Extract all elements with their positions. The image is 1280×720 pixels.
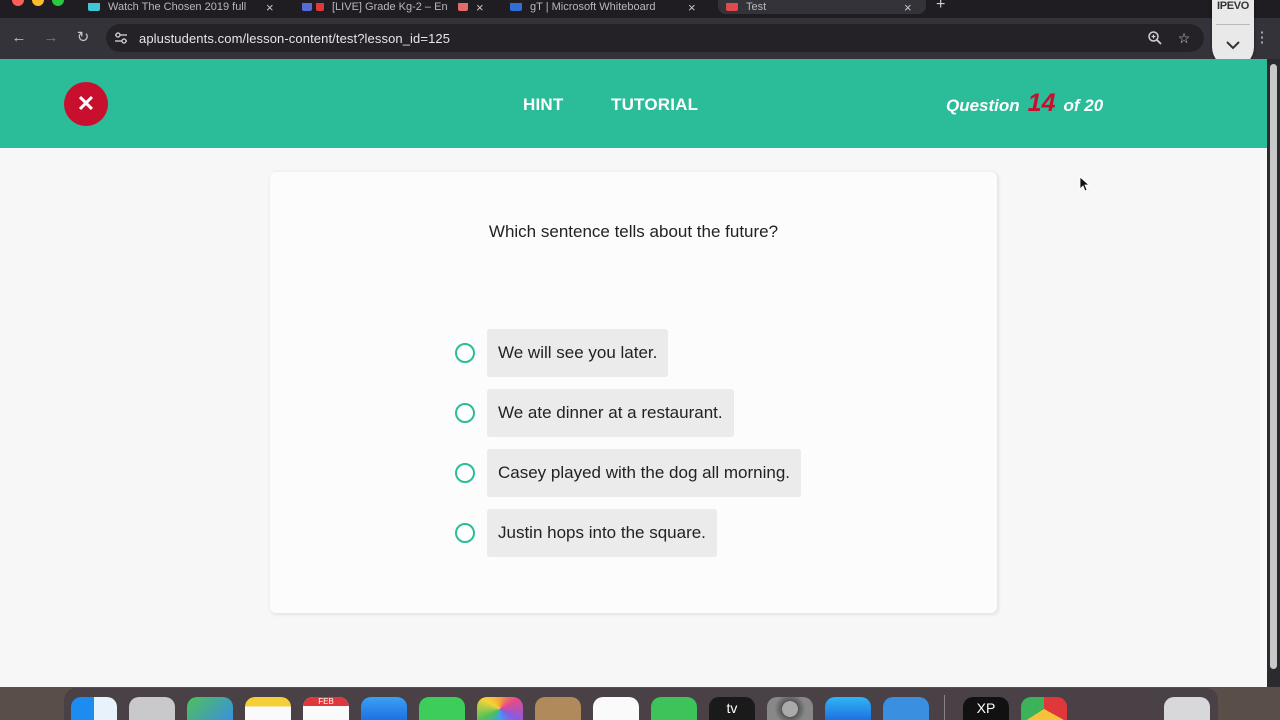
- apple-tv-label: tv: [726, 700, 738, 716]
- radio-button[interactable]: [455, 403, 475, 423]
- exit-quiz-button[interactable]: ✕: [64, 82, 108, 126]
- radio-button[interactable]: [455, 463, 475, 483]
- browser-tab[interactable]: [LIVE] Grade Kg-2 – En ×: [302, 0, 502, 14]
- page-scrollbar-thumb[interactable]: [1270, 64, 1277, 669]
- answer-option-label[interactable]: We ate dinner at a restaurant.: [487, 389, 734, 437]
- system-settings-icon[interactable]: [767, 697, 813, 720]
- question-number: 14: [1027, 89, 1056, 117]
- finder-icon[interactable]: [71, 697, 117, 720]
- xp-app-icon[interactable]: XP: [963, 697, 1009, 720]
- tab-label: Test: [746, 1, 767, 13]
- recording-dot-icon: [316, 3, 324, 11]
- answer-option-label[interactable]: Casey played with the dog all morning.: [487, 449, 801, 497]
- trash-icon[interactable]: [1164, 697, 1210, 720]
- calendar-month: FEB: [303, 697, 349, 706]
- question-prefix: Question: [946, 96, 1020, 115]
- forward-arrow-icon[interactable]: →: [41, 28, 61, 48]
- window-controls: [12, 0, 64, 6]
- answer-option[interactable]: Casey played with the dog all morning.: [455, 449, 801, 497]
- answer-option-label[interactable]: We will see you later.: [487, 329, 669, 377]
- browser-tab[interactable]: Watch The Chosen 2019 full ×: [88, 0, 288, 14]
- tab-favicon-icon: [302, 3, 312, 11]
- close-window-button[interactable]: [12, 0, 24, 6]
- site-settings-icon[interactable]: [114, 31, 128, 45]
- minimize-window-button[interactable]: [32, 0, 44, 6]
- keynote-icon[interactable]: [883, 697, 929, 720]
- tab-favicon-icon: [88, 3, 100, 11]
- messages-icon[interactable]: [419, 697, 465, 720]
- more-menu-icon[interactable]: ⋮: [1252, 28, 1272, 48]
- browser-tab-strip: Watch The Chosen 2019 full × [LIVE] Grad…: [0, 0, 1280, 18]
- tab-audio-icon: [458, 3, 468, 11]
- ipevo-brand: IPEVO: [1216, 0, 1250, 12]
- reminders-icon[interactable]: [593, 697, 639, 720]
- calendar-icon[interactable]: FEB: [303, 697, 349, 720]
- contacts-icon[interactable]: [535, 697, 581, 720]
- app-store-icon[interactable]: [825, 697, 871, 720]
- new-tab-button[interactable]: +: [936, 0, 945, 14]
- tab-close-icon[interactable]: ×: [904, 0, 912, 14]
- answer-option[interactable]: We ate dinner at a restaurant.: [455, 389, 734, 437]
- browser-toolbar: ← → ↻ aplustudents.com/lesson-content/te…: [0, 18, 1280, 59]
- browser-tab-active[interactable]: Test ×: [718, 0, 926, 14]
- tab-close-icon[interactable]: ×: [688, 0, 696, 14]
- divider: [1216, 24, 1250, 25]
- bookmark-star-icon[interactable]: ☆: [1176, 30, 1192, 46]
- question-total: of 20: [1063, 96, 1104, 115]
- xp-app-label: XP: [976, 700, 996, 716]
- tab-label: gT | Microsoft Whiteboard: [530, 1, 656, 13]
- tab-favicon-icon: [510, 3, 522, 11]
- chrome-icon[interactable]: [1021, 697, 1067, 720]
- chevron-down-icon[interactable]: [1224, 36, 1242, 54]
- apple-tv-icon[interactable]: tv: [709, 697, 755, 720]
- macos-dock-area: FEB tv XP: [0, 687, 1280, 720]
- quiz-header: ✕ HINT TUTORIAL Question 14 of 20: [0, 59, 1267, 148]
- web-page: ✕ HINT TUTORIAL Question 14 of 20 Which …: [0, 59, 1267, 687]
- ipevo-overlay-widget[interactable]: IPEVO: [1212, 0, 1254, 68]
- tab-label: Watch The Chosen 2019 full: [108, 1, 247, 13]
- url-text: aplustudents.com/lesson-content/test?les…: [139, 31, 451, 46]
- reload-icon[interactable]: ↻: [73, 28, 93, 48]
- tab-favicon-icon: [726, 3, 738, 11]
- question-counter: Question 14 of 20: [946, 89, 1103, 118]
- answer-option-label[interactable]: Justin hops into the square.: [487, 509, 717, 557]
- zoom-icon[interactable]: [1147, 30, 1163, 46]
- browser-tab[interactable]: gT | Microsoft Whiteboard ×: [510, 0, 710, 14]
- question-text: Which sentence tells about the future?: [488, 222, 779, 241]
- address-bar[interactable]: aplustudents.com/lesson-content/test?les…: [106, 24, 1204, 52]
- tutorial-link[interactable]: TUTORIAL: [611, 95, 698, 115]
- notes-icon[interactable]: [245, 697, 291, 720]
- tab-label: [LIVE] Grade Kg-2 – En: [332, 1, 448, 13]
- hint-link[interactable]: HINT: [523, 95, 563, 115]
- mail-icon[interactable]: [361, 697, 407, 720]
- radio-button[interactable]: [455, 343, 475, 363]
- numbers-icon[interactable]: [651, 697, 697, 720]
- answer-option[interactable]: Justin hops into the square.: [455, 509, 717, 557]
- tab-close-icon[interactable]: ×: [266, 0, 274, 14]
- radio-button[interactable]: [455, 523, 475, 543]
- launchpad-icon[interactable]: [129, 697, 175, 720]
- answer-option[interactable]: We will see you later.: [455, 329, 669, 377]
- zoom-window-button[interactable]: [52, 0, 64, 6]
- maps-icon[interactable]: [187, 697, 233, 720]
- mouse-cursor-icon: [1079, 176, 1091, 192]
- tab-close-icon[interactable]: ×: [476, 0, 484, 14]
- dock-separator: [944, 695, 945, 720]
- question-card: Which sentence tells about the future? W…: [270, 172, 997, 613]
- back-arrow-icon[interactable]: ←: [9, 28, 29, 48]
- photos-icon[interactable]: [477, 697, 523, 720]
